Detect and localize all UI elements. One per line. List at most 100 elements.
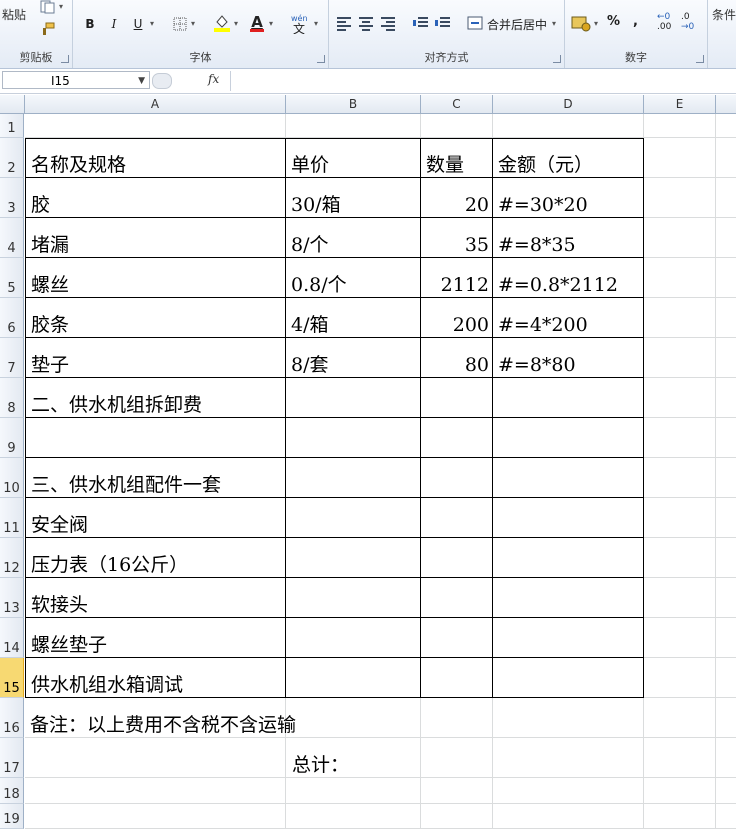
cell-c13[interactable] — [421, 578, 493, 618]
fill-color-icon[interactable] — [213, 13, 231, 33]
cell-c14[interactable] — [421, 618, 493, 658]
cell-d3[interactable]: #=30*20 — [493, 178, 644, 218]
cell-f3[interactable] — [716, 178, 736, 218]
border-icon[interactable] — [173, 17, 187, 31]
cell-e15[interactable] — [644, 658, 716, 698]
font-launcher-icon[interactable] — [317, 55, 325, 63]
cell-a5[interactable]: 螺丝 — [25, 258, 286, 298]
cell-c5[interactable]: 2112 — [421, 258, 493, 298]
cell-b16[interactable] — [286, 698, 421, 738]
column-header-d[interactable]: D — [493, 95, 644, 113]
cell-b14[interactable] — [286, 618, 421, 658]
cell-c11[interactable] — [421, 498, 493, 538]
cell-e10[interactable] — [644, 458, 716, 498]
cell-e11[interactable] — [644, 498, 716, 538]
cell-e16[interactable] — [644, 698, 716, 738]
cell-b13[interactable] — [286, 578, 421, 618]
cell-d13[interactable] — [493, 578, 644, 618]
increase-decimal-button[interactable]: ←0.00 — [657, 12, 679, 34]
cell-e17[interactable] — [644, 738, 716, 778]
cell-e13[interactable] — [644, 578, 716, 618]
bold-button[interactable]: B — [81, 14, 99, 34]
clipboard-launcher-icon[interactable] — [61, 55, 69, 63]
cell-d8[interactable] — [493, 378, 644, 418]
cell-b6[interactable]: 4/箱 — [286, 298, 421, 338]
cell-d14[interactable] — [493, 618, 644, 658]
cell-b7[interactable]: 8/套 — [286, 338, 421, 378]
cell-a11[interactable]: 安全阀 — [25, 498, 286, 538]
cell-d11[interactable] — [493, 498, 644, 538]
cell-b19[interactable] — [286, 804, 421, 829]
cell-e12[interactable] — [644, 538, 716, 578]
cell-d4[interactable]: #=8*35 — [493, 218, 644, 258]
column-header-f[interactable] — [716, 95, 736, 113]
cell-f18[interactable] — [716, 778, 736, 804]
insert-function-icon[interactable]: fx — [208, 72, 219, 86]
cell-d10[interactable] — [493, 458, 644, 498]
cell-c15[interactable] — [421, 658, 493, 698]
cell-a6[interactable]: 胶条 — [25, 298, 286, 338]
cell-d5[interactable]: #=0.8*2112 — [493, 258, 644, 298]
copy-icon[interactable] — [40, 0, 56, 14]
row-header-7[interactable]: 7 — [0, 338, 24, 378]
cell-d19[interactable] — [493, 804, 644, 829]
column-header-c[interactable]: C — [421, 95, 493, 113]
cell-b17[interactable]: 总计： — [286, 738, 421, 778]
cell-a15[interactable]: 供水机组水箱调试 — [25, 658, 286, 698]
cell-e6[interactable] — [644, 298, 716, 338]
cell-f10[interactable] — [716, 458, 736, 498]
cell-c6[interactable]: 200 — [421, 298, 493, 338]
cell-f15[interactable] — [716, 658, 736, 698]
column-header-b[interactable]: B — [286, 95, 421, 113]
cell-e4[interactable] — [644, 218, 716, 258]
cell-d2[interactable]: 金额（元） — [493, 138, 644, 178]
cell-c17[interactable] — [421, 738, 493, 778]
cell-c3[interactable]: 20 — [421, 178, 493, 218]
row-header-18[interactable]: 18 — [0, 778, 24, 804]
cell-f12[interactable] — [716, 538, 736, 578]
cell-f6[interactable] — [716, 298, 736, 338]
underline-button[interactable]: U — [129, 14, 147, 34]
cell-b9[interactable] — [286, 418, 421, 458]
cell-d18[interactable] — [493, 778, 644, 804]
column-header-a[interactable]: A — [25, 95, 286, 113]
cell-f1[interactable] — [716, 114, 736, 138]
row-header-2[interactable]: 2 — [0, 138, 24, 178]
cell-f19[interactable] — [716, 804, 736, 829]
cell-a9[interactable] — [25, 418, 286, 458]
cell-e2[interactable] — [644, 138, 716, 178]
row-header-15[interactable]: 15 — [0, 658, 24, 698]
cell-e8[interactable] — [644, 378, 716, 418]
cell-d6[interactable]: #=4*200 — [493, 298, 644, 338]
cell-a17[interactable] — [25, 738, 286, 778]
cell-f2[interactable] — [716, 138, 736, 178]
cell-f13[interactable] — [716, 578, 736, 618]
cell-c2[interactable]: 数量 — [421, 138, 493, 178]
cell-f7[interactable] — [716, 338, 736, 378]
name-box-dropdown-icon[interactable]: ▼ — [138, 72, 145, 90]
cell-c16[interactable] — [421, 698, 493, 738]
row-header-6[interactable]: 6 — [0, 298, 24, 338]
cell-a2[interactable]: 名称及规格 — [25, 138, 286, 178]
cell-a1[interactable] — [25, 114, 286, 138]
cell-d15[interactable] — [493, 658, 644, 698]
row-header-14[interactable]: 14 — [0, 618, 24, 658]
increase-indent-icon[interactable] — [435, 16, 451, 30]
align-center-icon[interactable] — [359, 16, 375, 31]
cell-a18[interactable] — [25, 778, 286, 804]
cell-f4[interactable] — [716, 218, 736, 258]
phonetic-guide-icon[interactable]: wén 文 — [289, 12, 311, 34]
cell-e9[interactable] — [644, 418, 716, 458]
align-right-icon[interactable] — [381, 16, 397, 31]
cell-d7[interactable]: #=8*80 — [493, 338, 644, 378]
merge-center-button[interactable]: 合并后居中 — [487, 16, 547, 33]
row-header-1[interactable]: 1 — [0, 114, 24, 138]
cell-b8[interactable] — [286, 378, 421, 418]
comma-button[interactable]: , — [633, 14, 638, 29]
row-header-10[interactable]: 10 — [0, 458, 24, 498]
cell-b18[interactable] — [286, 778, 421, 804]
cell-c12[interactable] — [421, 538, 493, 578]
cell-b11[interactable] — [286, 498, 421, 538]
cell-c9[interactable] — [421, 418, 493, 458]
row-header-12[interactable]: 12 — [0, 538, 24, 578]
